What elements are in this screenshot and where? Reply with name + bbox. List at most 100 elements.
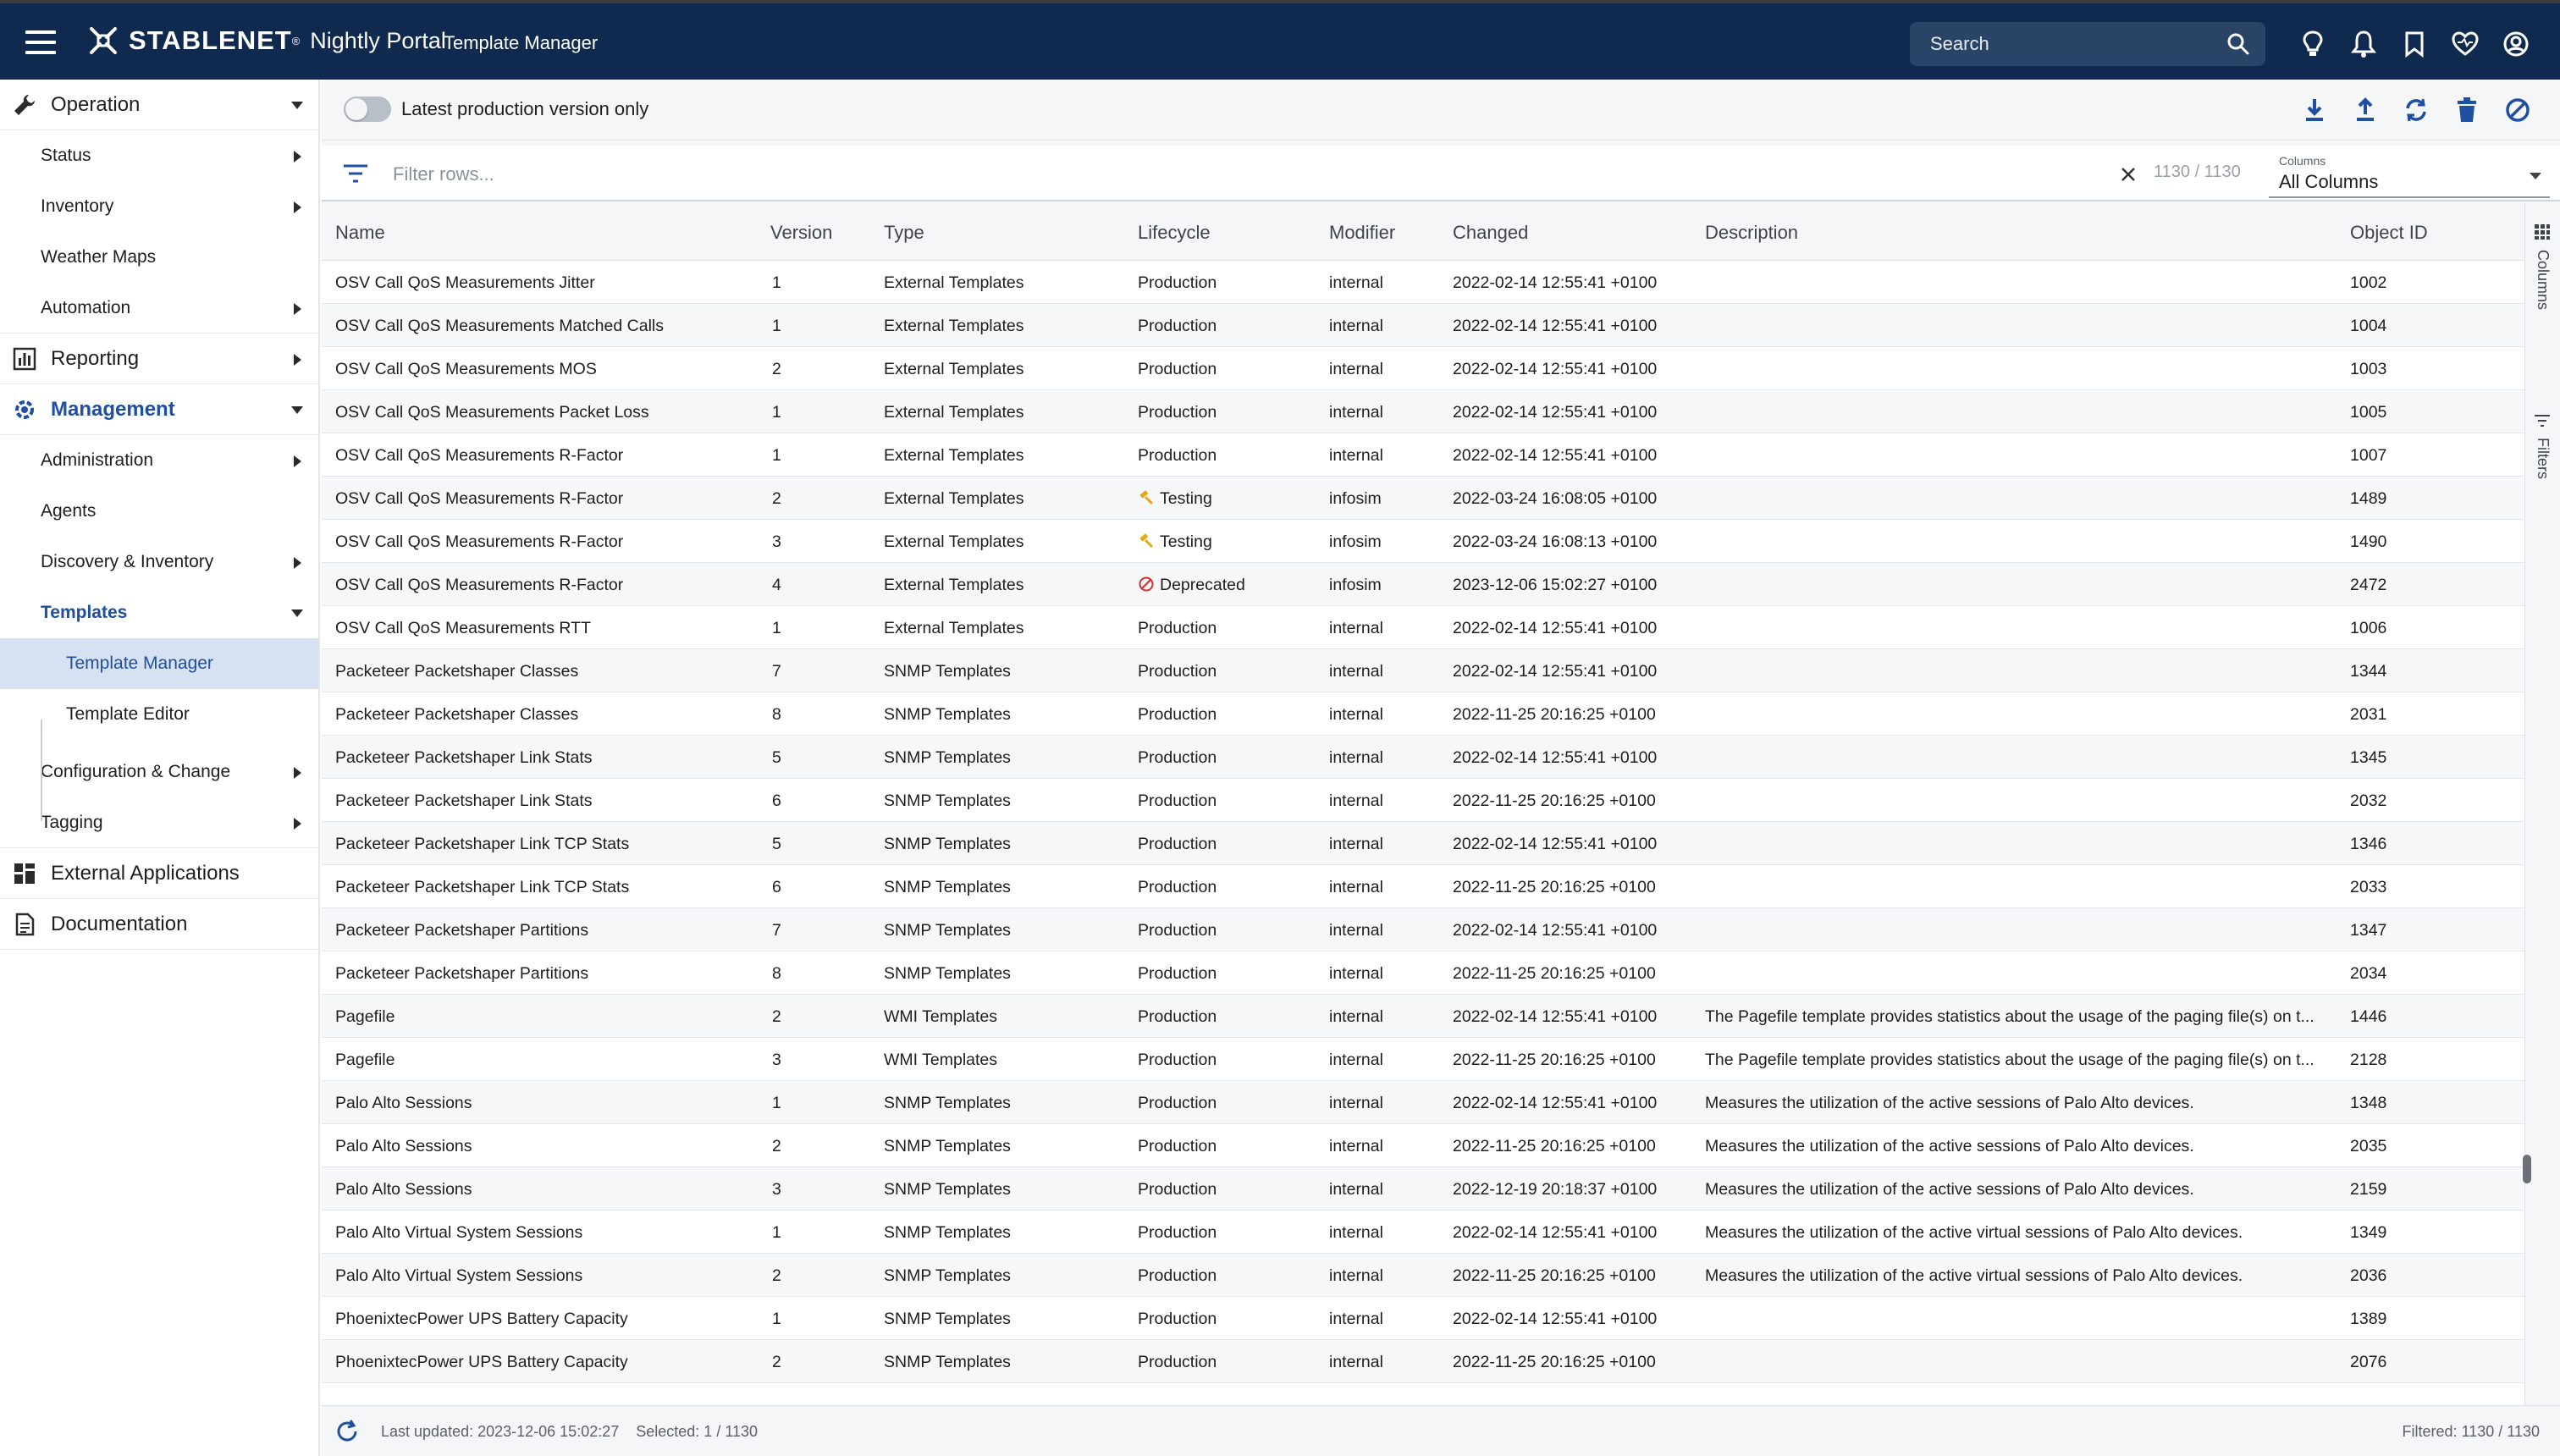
menu-icon[interactable] <box>25 30 56 54</box>
cell-name: OSV Call QoS Measurements R-Factor <box>335 446 624 465</box>
table-row[interactable]: PhoenixtecPower UPS Battery Capacity 2 SNM… <box>322 1340 2524 1383</box>
sidebar-item-weather-maps[interactable]: Weather Maps <box>0 232 318 283</box>
cell-version: 2 <box>772 360 781 378</box>
cell-name: OSV Call QoS Measurements R-Factor <box>335 532 624 551</box>
sidebar-item-reporting[interactable]: Reporting <box>0 334 318 384</box>
columns-panel-tab[interactable]: Columns <box>2530 223 2556 310</box>
table-row[interactable]: Packeteer Packetshaper Partitions 7 SNMP T… <box>322 908 2524 951</box>
disable-button[interactable] <box>2501 93 2535 127</box>
brand[interactable]: STABLENET ® Nightly Portal <box>88 25 446 56</box>
table-row[interactable]: PhoenixtecPower UPS Battery Capacity 1 SNM… <box>322 1297 2524 1340</box>
sidebar-item-operation[interactable]: Operation <box>0 80 318 130</box>
user-account-icon[interactable] <box>2499 27 2533 61</box>
search-box[interactable] <box>1910 22 2265 66</box>
cell-changed: 2022-02-14 12:55:41 +0100 <box>1453 921 1658 940</box>
filter-rows-input[interactable] <box>393 161 2086 188</box>
table-row[interactable]: Packeteer Packetshaper Link Stats 6 SNMP T… <box>322 779 2524 822</box>
table-row[interactable]: OSV Call QoS Measurements RTT 1 External T… <box>322 606 2524 649</box>
latest-production-toggle[interactable] <box>344 97 391 122</box>
table-row[interactable]: Palo Alto Sessions 1 SNMP Templates Product… <box>322 1081 2524 1124</box>
search-input[interactable] <box>1930 33 2210 55</box>
column-header-type[interactable]: Type <box>884 222 924 244</box>
cell-lifecycle: Production <box>1138 878 1217 896</box>
table-row[interactable]: OSV Call QoS Measurements R-Factor 2 Exter… <box>322 477 2524 520</box>
sidebar-item-label: Operation <box>51 92 141 116</box>
upload-button[interactable] <box>2348 93 2382 127</box>
column-header-name[interactable]: Name <box>335 222 385 244</box>
sidebar-item-configuration-change[interactable]: Configuration & Change <box>0 747 318 797</box>
table-row[interactable]: Packeteer Packetshaper Link Stats 5 SNMP T… <box>322 736 2524 779</box>
bookmark-icon[interactable] <box>2397 27 2431 61</box>
table-row[interactable]: Palo Alto Sessions 3 SNMP Templates Product… <box>322 1167 2524 1211</box>
sidebar-item-automation[interactable]: Automation <box>0 283 318 334</box>
table-row[interactable]: Palo Alto Virtual System Sessions 2 SNMP T… <box>322 1254 2524 1297</box>
sidebar-item-administration[interactable]: Administration <box>0 435 318 486</box>
sidebar-item-external-applications[interactable]: External Applications <box>0 848 318 899</box>
refresh-icon[interactable] <box>334 1418 361 1445</box>
cell-changed: 2022-02-14 12:55:41 +0100 <box>1453 403 1658 422</box>
cell-changed: 2022-11-25 20:16:25 +0100 <box>1453 1266 1656 1285</box>
table-row[interactable]: OSV Call QoS Measurements Jitter 1 Externa… <box>322 261 2524 304</box>
search-icon[interactable] <box>2226 32 2250 56</box>
sidebar-item-label: External Applications <box>51 861 240 885</box>
sidebar-item-agents[interactable]: Agents <box>0 486 318 537</box>
table-row[interactable]: Packeteer Packetshaper Partitions 8 SNMP T… <box>322 951 2524 995</box>
cell-name: OSV Call QoS Measurements MOS <box>335 360 597 378</box>
table-row[interactable]: OSV Call QoS Measurements R-Factor 3 Exter… <box>322 520 2524 563</box>
cell-changed: 2022-02-14 12:55:41 +0100 <box>1453 446 1658 465</box>
download-button[interactable] <box>2298 93 2331 127</box>
table-row[interactable]: OSV Call QoS Measurements Packet Loss 1 Ex… <box>322 390 2524 433</box>
column-header-object-id[interactable]: Object ID <box>2350 222 2428 244</box>
table-row[interactable]: Packeteer Packetshaper Link TCP Stats 5 SN… <box>322 822 2524 865</box>
sidebar-item-template-editor[interactable]: Template Editor <box>0 689 318 740</box>
sidebar-item-tagging[interactable]: Tagging <box>0 797 318 848</box>
sidebar-item-template-manager[interactable]: Template Manager <box>0 638 318 689</box>
filter-icon[interactable] <box>342 161 369 186</box>
cell-version: 8 <box>772 705 781 724</box>
table-row[interactable]: Palo Alto Virtual System Sessions 1 SNMP T… <box>322 1211 2524 1254</box>
sidebar-item-discovery-inventory[interactable]: Discovery & Inventory <box>0 537 318 587</box>
table-row[interactable]: OSV Call QoS Measurements Matched Calls 1… <box>322 304 2524 347</box>
sync-button[interactable] <box>2399 93 2433 127</box>
table-row[interactable]: Palo Alto Sessions 2 SNMP Templates Product… <box>322 1124 2524 1167</box>
delete-button[interactable] <box>2450 93 2484 127</box>
column-header-description[interactable]: Description <box>1705 222 1798 244</box>
table-row[interactable]: Packeteer Packetshaper Classes 8 SNMP Temp… <box>322 692 2524 736</box>
vertical-scrollbar-thumb[interactable] <box>2523 1155 2531 1183</box>
sidebar-item-inventory[interactable]: Inventory <box>0 181 318 232</box>
table-row[interactable]: OSV Call QoS Measurements R-Factor 1 Exter… <box>322 433 2524 477</box>
notification-bell-icon[interactable] <box>2347 27 2381 61</box>
sidebar-item-documentation[interactable]: Documentation <box>0 899 318 950</box>
cell-lifecycle: Production <box>1138 1094 1217 1112</box>
cell-type: External Templates <box>884 360 1024 378</box>
lightbulb-icon[interactable] <box>2296 27 2330 61</box>
sidebar-item-management[interactable]: Management <box>0 384 318 435</box>
cell-lifecycle: Production <box>1138 619 1217 637</box>
table-row[interactable]: Packeteer Packetshaper Link TCP Stats 6 SN… <box>322 865 2524 908</box>
cell-version: 2 <box>772 1137 781 1155</box>
cell-changed: 2022-02-14 12:55:41 +0100 <box>1453 273 1658 292</box>
filters-panel-tab[interactable]: Filters <box>2530 413 2556 479</box>
sidebar-item-status[interactable]: Status <box>0 130 318 181</box>
close-icon[interactable] <box>2118 164 2138 185</box>
table-row[interactable]: Pagefile 2 WMI Templates Production internal… <box>322 995 2524 1038</box>
table-row[interactable]: Packeteer Packetshaper Classes 7 SNMP Temp… <box>322 649 2524 692</box>
cell-lifecycle: Production <box>1138 1353 1217 1371</box>
table-row[interactable]: OSV Call QoS Measurements R-Factor 4 Exter… <box>322 563 2524 606</box>
table-row[interactable]: OSV Call QoS Measurements MOS 2 External T… <box>322 347 2524 390</box>
sidebar-item-templates[interactable]: Templates <box>0 587 318 638</box>
cell-type: SNMP Templates <box>884 1137 1011 1155</box>
cell-object-id: 1003 <box>2350 360 2387 378</box>
toggle-knob <box>345 98 367 120</box>
column-header-modifier[interactable]: Modifier <box>1329 222 1395 244</box>
column-header-version[interactable]: Version <box>770 222 832 244</box>
hammer-icon <box>1139 490 1154 505</box>
health-heart-icon[interactable] <box>2448 27 2482 61</box>
column-header-lifecycle[interactable]: Lifecycle <box>1138 222 1211 244</box>
column-header-changed[interactable]: Changed <box>1453 222 1528 244</box>
cell-object-id: 1345 <box>2350 748 2387 767</box>
cell-description: Measures the utilization of the active s… <box>1705 1180 2194 1199</box>
table-row[interactable]: Pagefile 3 WMI Templates Production internal… <box>322 1038 2524 1081</box>
cell-lifecycle: Production <box>1138 835 1217 853</box>
columns-select[interactable]: Columns All Columns <box>2269 149 2550 198</box>
